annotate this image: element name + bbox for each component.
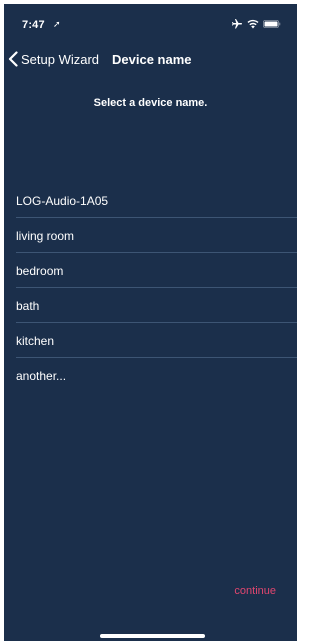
home-indicator[interactable]: [100, 634, 205, 638]
instruction-text: Select a device name.: [93, 97, 208, 109]
continue-button[interactable]: continue: [234, 585, 276, 597]
back-label: Setup Wizard: [21, 51, 100, 67]
list-item-label: bedroom: [16, 263, 64, 278]
list-item-log-audio[interactable]: LOG-Audio-1A05: [4, 183, 297, 218]
battery-icon: [263, 20, 281, 28]
status-time: 7:47: [22, 19, 45, 31]
status-bar: 7:47 ➚: [4, 4, 297, 42]
navigation-bar: Setup Wizard Device name: [4, 42, 297, 72]
airplane-icon: [232, 19, 242, 29]
list-item-label: LOG-Audio-1A05: [16, 193, 109, 208]
list-item-kitchen[interactable]: kitchen: [4, 323, 297, 358]
chevron-left-icon: [8, 51, 18, 67]
wifi-icon: [247, 19, 259, 29]
list-item-bedroom[interactable]: bedroom: [4, 253, 297, 288]
location-arrow-icon: ➚: [53, 19, 61, 29]
list-item-bath[interactable]: bath: [4, 288, 297, 323]
list-item-label: bath: [16, 298, 40, 313]
list-item-living-room[interactable]: living room: [4, 218, 297, 253]
back-button[interactable]: Setup Wizard: [8, 50, 99, 68]
page-title: Device name: [112, 52, 192, 67]
list-item-label: kitchen: [16, 333, 55, 348]
device-name-screen: 7:47 ➚ Setup Wizard Device name Select a…: [4, 4, 297, 641]
list-item-another[interactable]: another...: [4, 358, 297, 393]
list-item-label: living room: [16, 228, 75, 243]
list-item-label: another...: [16, 368, 67, 383]
device-name-list: LOG-Audio-1A05 living room bedroom bath …: [4, 183, 297, 393]
